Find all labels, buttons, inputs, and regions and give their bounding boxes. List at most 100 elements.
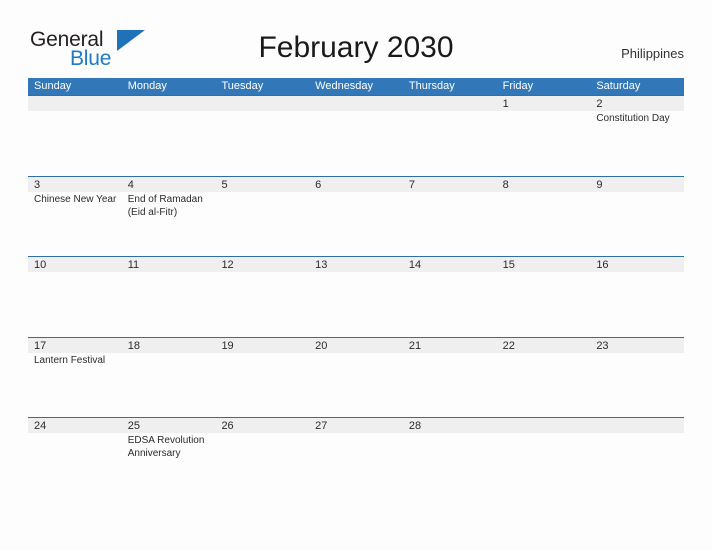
calendar-day-cell[interactable]: [122, 96, 216, 176]
calendar-day-cell[interactable]: 5: [215, 177, 309, 257]
day-event: EDSA Revolution Anniversary: [128, 434, 216, 460]
day-event: Constitution Day: [596, 112, 684, 125]
day-number: 20: [315, 339, 328, 352]
day-number: [315, 97, 403, 111]
calendar-day-cell[interactable]: 7: [403, 177, 497, 257]
calendar-day-cell[interactable]: 21: [403, 338, 497, 418]
day-number: 2: [596, 98, 603, 110]
calendar-day-cell[interactable]: [215, 96, 309, 176]
calendar-day-cell[interactable]: 13: [309, 257, 403, 337]
day-number: 25: [127, 420, 140, 432]
day-number: 22: [502, 339, 515, 352]
day-event: Chinese New Year: [34, 193, 122, 206]
calendar-week-row: 10 11 12 13 14 15 16: [28, 256, 684, 337]
calendar-day-cell[interactable]: 17 Lantern Festival: [28, 338, 122, 418]
day-number: 13: [315, 259, 328, 271]
day-number: 18: [127, 339, 140, 352]
day-number: 28: [408, 420, 422, 432]
day-of-week-header: Sunday Monday Tuesday Wednesday Thursday…: [28, 78, 684, 95]
day-number: [34, 97, 122, 111]
day-number: 9: [596, 178, 603, 191]
calendar-week-row: 17 Lantern Festival 18 19 20 21 22 23: [28, 336, 684, 418]
week-days: 10 11 12 13 14 15 16: [28, 257, 684, 337]
day-number: 26: [221, 420, 234, 432]
calendar-day-cell[interactable]: 15: [497, 257, 591, 337]
day-number: 15: [502, 259, 515, 271]
day-number: [128, 97, 216, 111]
day-event: Lantern Festival: [34, 354, 122, 367]
calendar-day-cell[interactable]: [28, 96, 122, 176]
calendar-day-cell[interactable]: 22: [497, 338, 591, 418]
calendar-table: Sunday Monday Tuesday Wednesday Thursday…: [28, 78, 684, 498]
calendar-day-cell[interactable]: 1: [497, 96, 591, 176]
day-event: End of Ramadan (Eid al-Fitr): [128, 193, 216, 219]
week-days: 17 Lantern Festival 18 19 20 21 22 23: [28, 338, 684, 418]
day-number: 16: [596, 259, 609, 271]
calendar-day-cell[interactable]: 20: [309, 338, 403, 418]
country-label: Philippines: [621, 46, 684, 61]
dow-saturday: Saturday: [596, 80, 641, 92]
calendar-day-cell[interactable]: 2 Constitution Day: [590, 96, 684, 176]
day-number: 8: [502, 178, 509, 191]
day-number: 10: [34, 259, 47, 271]
day-event-line: Lantern Festival: [34, 354, 106, 366]
week-days: 3 Chinese New Year 4 End of Ramadan (Eid al-…: [28, 177, 684, 257]
calendar-day-cell[interactable]: 9: [590, 177, 684, 257]
calendar-day-cell[interactable]: 11: [122, 257, 216, 337]
dow-sunday: Sunday: [34, 80, 72, 92]
day-event-line: Chinese New Year: [34, 193, 117, 205]
day-number: 11: [127, 259, 140, 271]
calendar-weeks: 1 2 Constitution Day 3 Chinese New Year 4 End …: [28, 95, 684, 498]
dow-friday: Friday: [502, 80, 534, 92]
day-number: 19: [221, 339, 234, 352]
calendar-day-cell[interactable]: 19: [215, 338, 309, 418]
calendar-day-cell[interactable]: [590, 418, 684, 498]
calendar-day-cell[interactable]: 27: [309, 418, 403, 498]
calendar-day-cell[interactable]: 6: [309, 177, 403, 257]
week-days: 24 25 EDSA Revolution Anniversary 26 27 28: [28, 418, 684, 498]
calendar-week-row: 24 25 EDSA Revolution Anniversary 26 27 28: [28, 417, 684, 498]
calendar-day-cell[interactable]: [309, 96, 403, 176]
day-number: 23: [596, 339, 609, 352]
day-number: 12: [221, 259, 234, 271]
calendar-day-cell[interactable]: [403, 96, 497, 176]
calendar-day-cell[interactable]: 14: [403, 257, 497, 337]
day-number: 14: [408, 259, 422, 271]
day-number: 27: [315, 420, 328, 432]
page-title: February 2030: [258, 31, 454, 64]
day-number: [503, 419, 591, 433]
calendar-day-cell[interactable]: 23: [590, 338, 684, 418]
dow-wednesday: Wednesday: [315, 80, 374, 92]
day-event-line: EDSA Revolution: [127, 435, 205, 446]
day-number: 21: [408, 339, 422, 352]
calendar-day-cell[interactable]: [497, 418, 591, 498]
day-number: [221, 97, 309, 111]
day-number: 1: [502, 98, 509, 110]
calendar-day-cell[interactable]: 4 End of Ramadan (Eid al-Fitr): [122, 177, 216, 257]
calendar-day-cell[interactable]: 10: [28, 257, 122, 337]
day-number: [409, 97, 497, 111]
day-number: [596, 419, 684, 433]
day-number: 17: [34, 339, 47, 352]
calendar-day-cell[interactable]: 24: [28, 418, 122, 498]
calendar-day-cell[interactable]: 25 EDSA Revolution Anniversary: [122, 418, 216, 498]
day-number: 6: [315, 178, 322, 191]
calendar-day-cell[interactable]: 18: [122, 338, 216, 418]
day-event-line: Anniversary: [127, 448, 181, 459]
calendar-day-cell[interactable]: 28: [403, 418, 497, 498]
calendar-day-cell[interactable]: 12: [215, 257, 309, 337]
week-days: 1 2 Constitution Day: [28, 96, 684, 176]
calendar-day-cell[interactable]: 16: [590, 257, 684, 337]
calendar-day-cell[interactable]: 26: [215, 418, 309, 498]
day-event-line: End of Ramadan: [127, 193, 203, 205]
calendar-week-row: 3 Chinese New Year 4 End of Ramadan (Eid al-…: [28, 175, 684, 257]
dow-monday: Monday: [127, 80, 167, 92]
day-number: 3: [34, 178, 41, 191]
calendar-page: General Blue February 2030 Philippines S…: [0, 0, 712, 550]
day-event-line: (Eid al-Fitr): [127, 206, 178, 218]
dow-thursday: Thursday: [408, 80, 455, 92]
calendar-week-row: 1 2 Constitution Day: [28, 95, 684, 176]
day-number: 4: [127, 178, 134, 191]
calendar-day-cell[interactable]: 3 Chinese New Year: [28, 177, 122, 257]
calendar-day-cell[interactable]: 8: [497, 177, 591, 257]
